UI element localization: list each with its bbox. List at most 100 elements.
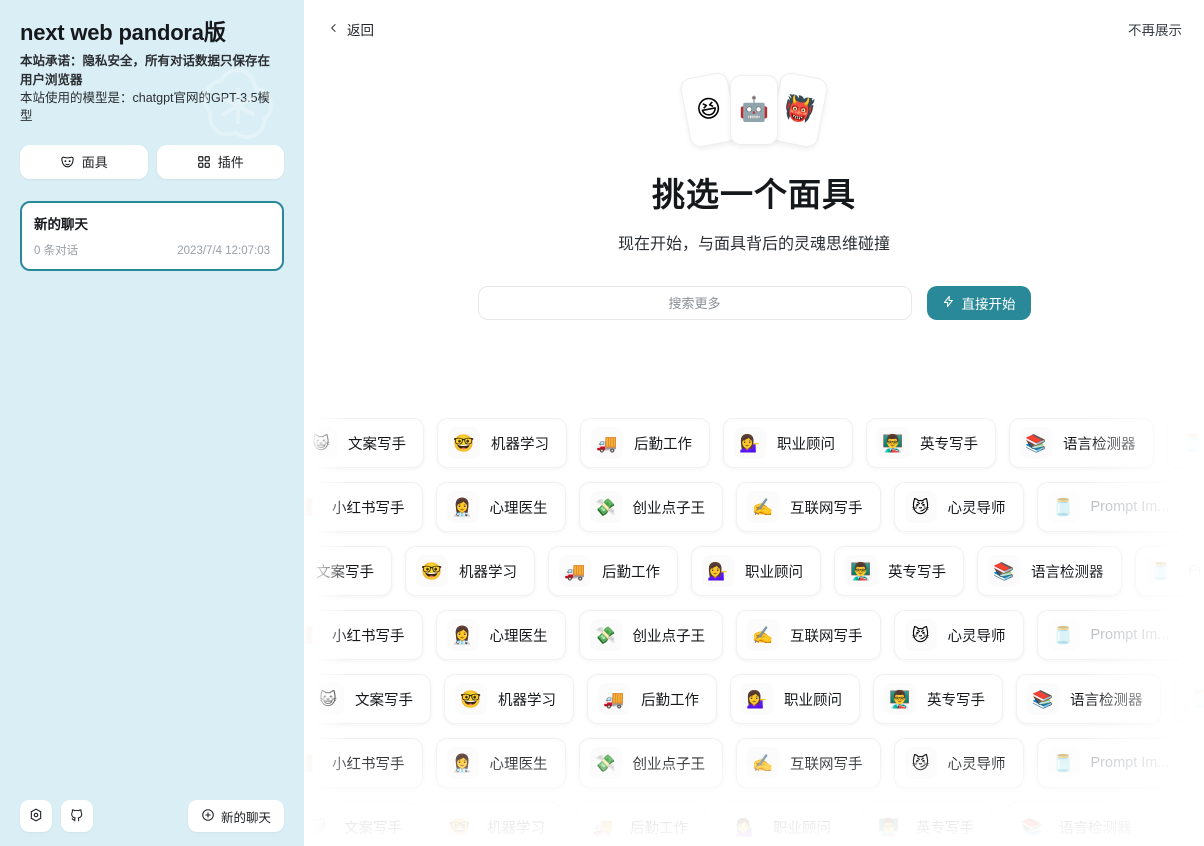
mask-chip[interactable]: 😺 文案写手 [304,802,420,846]
mask-chip[interactable]: 💁‍♀️职业顾问 [730,674,860,724]
mask-chip[interactable]: 😺文案写手 [304,546,392,596]
mask-chip[interactable]: 🤓机器学习 [405,546,535,596]
mask-emoji-icon: 📕 [304,747,321,779]
mask-chip[interactable]: 🤓机器学习 [437,418,567,468]
mask-chip[interactable]: 🚚后勤工作 [548,546,678,596]
mask-chip-label: 心灵导师 [948,625,1006,646]
mask-chip[interactable]: 🚚后勤工作 [580,418,710,468]
mask-emoji-icon: 📕 [304,491,321,523]
mask-chip-label: 小红书写手 [332,497,405,518]
mask-emoji-icon: 🚚 [591,427,623,459]
mask-chip[interactable]: 🫙Prompt Im... [1174,674,1204,724]
mask-chip-label: 后勤工作 [602,561,660,582]
mask-chip[interactable]: 📕小红书写手 [304,610,423,660]
mask-wall-row: 😺文案写手 🤓机器学习 🚚后勤工作 💁‍♀️职业顾问 👨‍🏫英专写手 📚语言检测器 🫙Pro… [304,674,1201,724]
mask-chip[interactable]: 🫙Prompt Im... [1135,546,1204,596]
search-row: 直接开始 [304,286,1204,320]
mask-chip[interactable]: 🫙Prompt Im... [1037,482,1188,532]
mask-chip[interactable]: 💸创业点子王 [579,610,724,660]
mask-emoji-icon: 😺 [304,811,333,843]
mask-chip[interactable]: 📕小红书写手 [1200,482,1204,532]
dismiss-button[interactable]: 不再展示 [1126,15,1184,43]
mask-chip[interactable]: 📚语言检测器 [977,546,1122,596]
mask-emoji-icon: 🫙 [1048,491,1080,523]
mask-chip[interactable]: 💁‍♀️职业顾问 [691,546,821,596]
app-root: next web pandora版 本站承诺：隐私安全，所有对话数据只保存在用户… [0,0,1204,846]
back-button[interactable]: 返回 [326,15,376,43]
search-input[interactable] [478,286,912,320]
mask-chip[interactable]: 🚚后勤工作 [576,802,706,846]
mask-chip[interactable]: 😼心灵导师 [894,482,1024,532]
settings-button[interactable] [20,800,52,832]
mask-chip[interactable]: 📚语言检测器 [1005,802,1150,846]
mask-chip[interactable]: 💸创业点子王 [579,738,724,788]
mask-chip[interactable]: ✍️互联网写手 [736,610,881,660]
mask-chip[interactable]: 🫙Prompt Im... [1163,802,1204,846]
mask-chip[interactable]: 🤓机器学习 [444,674,574,724]
plugins-button-label: 插件 [218,152,244,171]
mask-chip-label: 文案写手 [316,561,374,582]
mask-chip[interactable]: 💁‍♀️职业顾问 [719,802,849,846]
mask-chip[interactable]: 💸创业点子王 [579,482,724,532]
chat-timestamp: 2023/7/4 12:07:03 [177,245,270,257]
mask-chip[interactable]: 😺文案写手 [304,418,424,468]
mask-chip-label: 语言检测器 [1059,817,1132,838]
mask-wall-rows: 😺文案写手🤓机器学习🚚后勤工作💁‍♀️职业顾问👨‍🏫英专写手📚语言检测器🫙Pro… [304,418,1204,846]
chat-list: 新的聊天 0 条对话 2023/7/4 12:07:03 [20,201,284,792]
mask-emoji-icon: 🫙 [1146,555,1178,587]
mask-emoji-icon: 📚 [988,555,1020,587]
mask-chip[interactable]: 📚 语言检测器 [1009,418,1154,468]
mask-chip[interactable]: 🤓机器学习 [433,802,563,846]
mask-chip[interactable]: 📕小红书写手 [1200,738,1204,788]
mask-chip[interactable]: 👩‍⚕️心理医生 [436,482,566,532]
mask-chip[interactable]: 💁‍♀️职业顾问 [723,418,853,468]
mask-chip[interactable]: 👩‍⚕️心理医生 [436,738,566,788]
mask-chip[interactable]: 📕小红书写手 [1200,610,1204,660]
mask-emoji-icon: 💸 [590,747,622,779]
mask-chip[interactable]: 🫙Prompt Im... [1037,738,1188,788]
plugins-button[interactable]: 插件 [157,145,285,179]
mask-chip[interactable]: 😼心灵导师 [894,738,1024,788]
start-now-button[interactable]: 直接开始 [927,286,1031,320]
mask-chip[interactable]: 😺文案写手 [304,674,431,724]
mask-chip[interactable]: ✍️互联网写手 [736,738,881,788]
mask-chip-label: 互联网写手 [790,497,863,518]
mask-chip[interactable]: 🚚后勤工作 [587,674,717,724]
masks-button[interactable]: 面具 [20,145,148,179]
mask-chip[interactable]: 📚语言检测器 [1016,674,1161,724]
mask-chip-label: 后勤工作 [630,817,688,838]
mask-chip[interactable]: ✍️互联网写手 [736,482,881,532]
mask-chip-label: 文案写手 [348,433,406,454]
app-title: next web pandora版 [20,20,284,46]
mask-chip[interactable]: 👨‍🏫英专写手 [834,546,964,596]
mask-chip-label: 心理医生 [490,497,548,518]
mask-chip-label: 文案写手 [344,817,402,838]
mask-emoji-icon: 👩‍⚕️ [447,619,479,651]
mask-chip[interactable]: 📕小红书写手 [304,738,423,788]
mask-chip[interactable]: 👨‍🏫英专写手 [873,674,1003,724]
mask-chip-label: 语言检测器 [1063,433,1136,454]
mask-card-center[interactable]: 🤖 [730,75,778,145]
mask-chip[interactable]: 👩‍⚕️心理医生 [436,610,566,660]
plus-circle-icon [201,808,215,825]
mask-chip[interactable]: 🫙Prompt Im... [1037,610,1188,660]
mask-chip[interactable]: 📕 小红书写手 [304,482,423,532]
mask-emoji-icon: 💁‍♀️ [734,427,766,459]
mask-chip-label: 心灵导师 [948,753,1006,774]
chat-list-item[interactable]: 新的聊天 0 条对话 2023/7/4 12:07:03 [20,201,284,271]
mask-chip-label: 文案写手 [355,689,413,710]
github-button[interactable] [61,800,93,832]
mask-emoji-icon: 📚 [1020,427,1052,459]
mask-emoji-icon: 🤓 [448,427,480,459]
top-bar: 返回 不再展示 [304,0,1204,58]
mask-chip[interactable]: 😼心灵导师 [894,610,1024,660]
mask-wall-row: 😺文案写手🤓机器学习🚚后勤工作💁‍♀️职业顾问👨‍🏫英专写手📚语言检测器🫙Pro… [304,546,1162,596]
mask-chip-label: 小红书写手 [332,625,405,646]
new-chat-button[interactable]: 新的聊天 [188,800,284,832]
mask-chip-label: 英专写手 [888,561,946,582]
mask-emoji-icon: 👩‍⚕️ [447,747,479,779]
mask-chip[interactable]: 👨‍🏫英专写手 [862,802,992,846]
mask-chip[interactable]: 👨‍🏫英专写手 [866,418,996,468]
mask-chip[interactable]: 🫙Prompt Im... [1167,418,1204,468]
chat-message-count: 0 条对话 [34,242,78,258]
